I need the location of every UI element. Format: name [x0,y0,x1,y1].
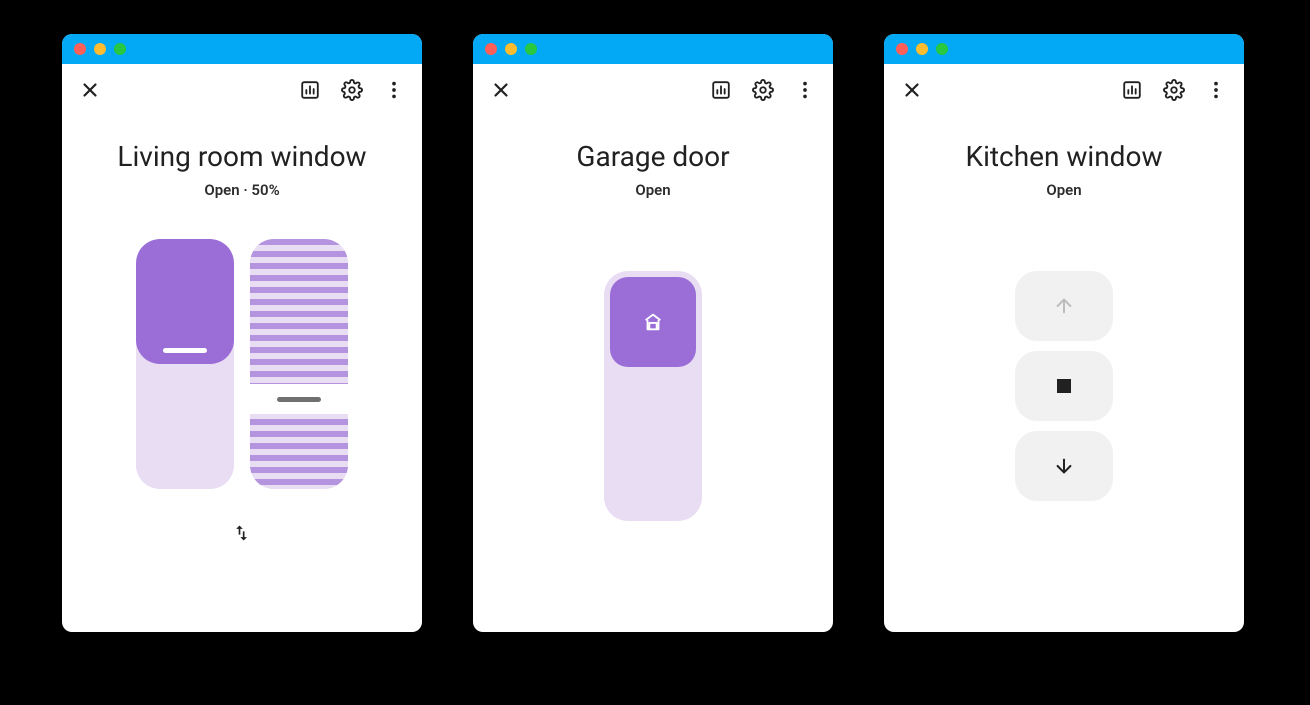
device-title: Kitchen window [884,140,1244,173]
garage-icon [642,311,664,333]
settings-button[interactable] [1154,70,1194,110]
more-button[interactable] [374,70,414,110]
window-close-traffic[interactable] [896,43,908,55]
more-button[interactable] [1196,70,1236,110]
cover-tilt-slider[interactable] [250,239,348,489]
window-close-traffic[interactable] [485,43,497,55]
settings-button[interactable] [332,70,372,110]
cover-position-handle[interactable] [163,348,207,353]
history-button[interactable] [290,70,330,110]
device-panel-living-room-window: Living room window Open · 50% [62,34,422,632]
cover-stop-button[interactable] [1015,351,1113,421]
chart-icon [710,79,732,101]
window-titlebar [62,34,422,64]
device-status: Open [473,181,833,199]
device-title: Garage door [473,140,833,173]
more-button[interactable] [785,70,825,110]
window-titlebar [473,34,833,64]
cover-tilt-handle[interactable] [250,384,348,414]
more-vert-icon [383,79,405,101]
garage-toggle[interactable] [604,271,702,521]
chart-icon [299,79,321,101]
history-button[interactable] [701,70,741,110]
gear-icon [752,79,774,101]
window-titlebar [884,34,1244,64]
device-panel-kitchen-window: Kitchen window Open [884,34,1244,632]
close-button[interactable] [70,70,110,110]
arrow-up-icon [1053,295,1075,317]
tilt-stripes [250,239,348,489]
gear-icon [341,79,363,101]
window-zoom-traffic[interactable] [936,43,948,55]
window-minimize-traffic[interactable] [505,43,517,55]
close-icon [901,79,923,101]
cover-up-button [1015,271,1113,341]
cover-down-button[interactable] [1015,431,1113,501]
device-panel-garage-door: Garage door Open [473,34,833,632]
close-icon [490,79,512,101]
stop-icon [1057,379,1071,393]
cover-position-slider[interactable] [136,239,234,489]
toolbar [884,64,1244,116]
window-minimize-traffic[interactable] [916,43,928,55]
window-close-traffic[interactable] [74,43,86,55]
toolbar [62,64,422,116]
arrow-down-icon [1053,455,1075,477]
close-icon [79,79,101,101]
settings-button[interactable] [743,70,783,110]
swap-vert-icon [232,523,252,543]
cover-position-fill [136,239,234,364]
more-vert-icon [1205,79,1227,101]
more-vert-icon [794,79,816,101]
chart-icon [1121,79,1143,101]
device-status: Open [884,181,1244,199]
garage-state-pill [610,277,696,367]
close-button[interactable] [892,70,932,110]
close-button[interactable] [481,70,521,110]
window-zoom-traffic[interactable] [114,43,126,55]
toggle-button[interactable] [222,513,262,553]
toolbar [473,64,833,116]
history-button[interactable] [1112,70,1152,110]
window-zoom-traffic[interactable] [525,43,537,55]
gear-icon [1163,79,1185,101]
device-title: Living room window [62,140,422,173]
window-minimize-traffic[interactable] [94,43,106,55]
device-status: Open · 50% [62,181,422,199]
